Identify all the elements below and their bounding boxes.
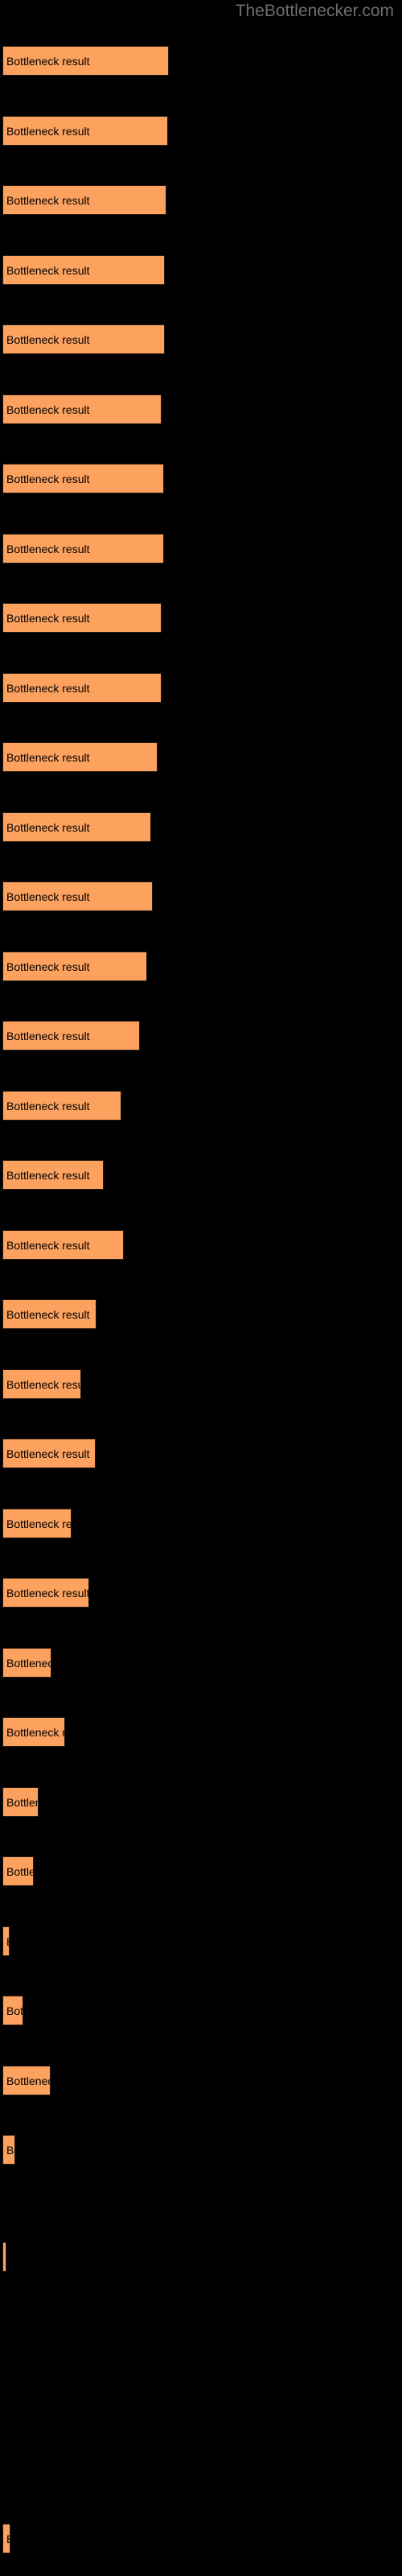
bar: Bottleneck result (2, 1648, 51, 1678)
bar-label: Bottleneck result (6, 1308, 90, 1321)
bar-row: Bottleneck result (2, 116, 168, 146)
bar-label: Bottleneck result (6, 1657, 51, 1670)
bar: Bottleneck result (2, 742, 158, 772)
bar: Bottleneck result (2, 1021, 140, 1051)
bar: Bottleneck result (2, 2242, 6, 2272)
bar-label: Bottleneck result (6, 821, 90, 834)
bar: Bottleneck result (2, 324, 165, 354)
bar-row: Bottleneck result (2, 1021, 140, 1051)
bar-row: Bottleneck result (2, 952, 147, 981)
bar-row: Bottleneck result (2, 1926, 10, 1956)
bar-label: Bottleneck result (6, 1030, 90, 1042)
bar-label: Bottleneck result (6, 55, 90, 68)
bar-row: Bottleneck result (2, 1578, 89, 1608)
bar: Bottleneck result (2, 603, 162, 633)
bar: Bottleneck result (2, 1160, 104, 1190)
bar-row: Bottleneck result (2, 255, 165, 285)
bar: Bottleneck result (2, 1299, 96, 1329)
bar-row: Bottleneck result (2, 324, 165, 354)
bar-label: Bottleneck result (6, 2074, 50, 2087)
bar: Bottleneck result (2, 1578, 89, 1608)
bar: Bottleneck result (2, 1439, 96, 1468)
bar: Bottleneck result (2, 1856, 34, 1886)
bar-label: Bottleneck result (6, 1100, 90, 1113)
bar-row: Bottleneck result (2, 1509, 72, 1538)
bar: Bottleneck result (2, 185, 166, 215)
bar-label: Bottleneck result (6, 1927, 9, 1955)
bar-label: Bottleneck result (6, 543, 90, 555)
bar-label: Bottleneck result (6, 1726, 64, 1739)
bar-label: Bottleneck result (6, 2144, 14, 2157)
bar-row: Bottleneck result (2, 2066, 51, 2095)
bar: Bottleneck result (2, 1926, 10, 1956)
bar-label: Bottleneck result (6, 403, 90, 416)
bar-label: Bottleneck result (6, 125, 90, 138)
bar-row: Bottleneck result (2, 1299, 96, 1329)
bar-label: Bottleneck result (6, 194, 90, 207)
bar-row: Bottleneck result (2, 1787, 39, 1817)
bar: Bottleneck result (2, 673, 162, 703)
bar: Bottleneck result (2, 464, 164, 493)
bar-row: Bottleneck result (2, 1230, 124, 1260)
bar: Bottleneck result (2, 1230, 124, 1260)
bar-row: Bottleneck result (2, 881, 153, 911)
bar-row: Bottleneck result (2, 1091, 121, 1121)
bar-label: Bottleneck result (6, 1169, 90, 1182)
bar-row: Bottleneck result (2, 464, 164, 493)
bar: Bottleneck result (2, 46, 169, 76)
bar: Bottleneck result (2, 1091, 121, 1121)
bar-row: Bottleneck result (2, 2524, 10, 2553)
bar: Bottleneck result (2, 2135, 15, 2165)
bar: Bottleneck result (2, 394, 162, 424)
bar: Bottleneck result (2, 1509, 72, 1538)
bar-row: Bottleneck result (2, 603, 162, 633)
bar-label: Bottleneck result (6, 2524, 10, 2553)
bar-row: Bottleneck result (2, 1160, 104, 1190)
bar-label: Bottleneck result (6, 890, 90, 903)
bar-label: Bottleneck result (6, 264, 90, 277)
bar-label: Bottleneck result (6, 1447, 90, 1460)
bar-label: Bottleneck result (6, 333, 90, 346)
bar-label: Bottleneck result (6, 612, 90, 625)
bar: Bottleneck result (2, 952, 147, 981)
bar-row: Bottleneck result (2, 1369, 81, 1399)
bar-label: Bottleneck result (6, 751, 90, 764)
bar-label: Bottleneck result (6, 1378, 80, 1391)
bar-row: Bottleneck result (2, 534, 164, 564)
bar: Bottleneck result (2, 1996, 23, 2025)
bar-row: Bottleneck result (2, 1996, 23, 2025)
bar-label: Bottleneck result (6, 960, 90, 973)
bar: Bottleneck result (2, 1787, 39, 1817)
bar-row: Bottleneck result (2, 2135, 15, 2165)
bar-row: Bottleneck result (2, 673, 162, 703)
bar: Bottleneck result (2, 1369, 81, 1399)
bar: Bottleneck result (2, 2524, 10, 2553)
bar: Bottleneck result (2, 881, 153, 911)
bar-label: Bottleneck result (6, 1517, 72, 1530)
bar-row: Bottleneck result (2, 1717, 65, 1747)
bar-label: Bottleneck result (6, 2004, 23, 2017)
bar-label: Bottleneck result (6, 1239, 90, 1252)
bar-row: Bottleneck result (2, 185, 166, 215)
bar-label: Bottleneck result (6, 682, 90, 695)
bar: Bottleneck result (2, 1717, 65, 1747)
bar: Bottleneck result (2, 255, 165, 285)
bar-label: Bottleneck result (6, 1796, 38, 1809)
bar-label: Bottleneck result (6, 1587, 89, 1600)
bar: Bottleneck result (2, 534, 164, 564)
bar-label: Bottleneck result (6, 1865, 33, 1878)
bar: Bottleneck result (2, 2066, 51, 2095)
bar-row: Bottleneck result (2, 1856, 34, 1886)
bar-label: Bottleneck result (6, 473, 90, 485)
bar-row: Bottleneck result (2, 742, 158, 772)
bar-row: Bottleneck result (2, 812, 151, 842)
bar: Bottleneck result (2, 116, 168, 146)
bar: Bottleneck result (2, 812, 151, 842)
bar-row: Bottleneck result (2, 46, 169, 76)
bar-row: Bottleneck result (2, 394, 162, 424)
bar-row: Bottleneck result (2, 1439, 96, 1468)
bottleneck-bar-chart: Bottleneck result Bottleneck result Bottle… (0, 0, 402, 2576)
bar-row: Bottleneck result (2, 1648, 51, 1678)
bar-row: Bottleneck result (2, 2242, 6, 2272)
